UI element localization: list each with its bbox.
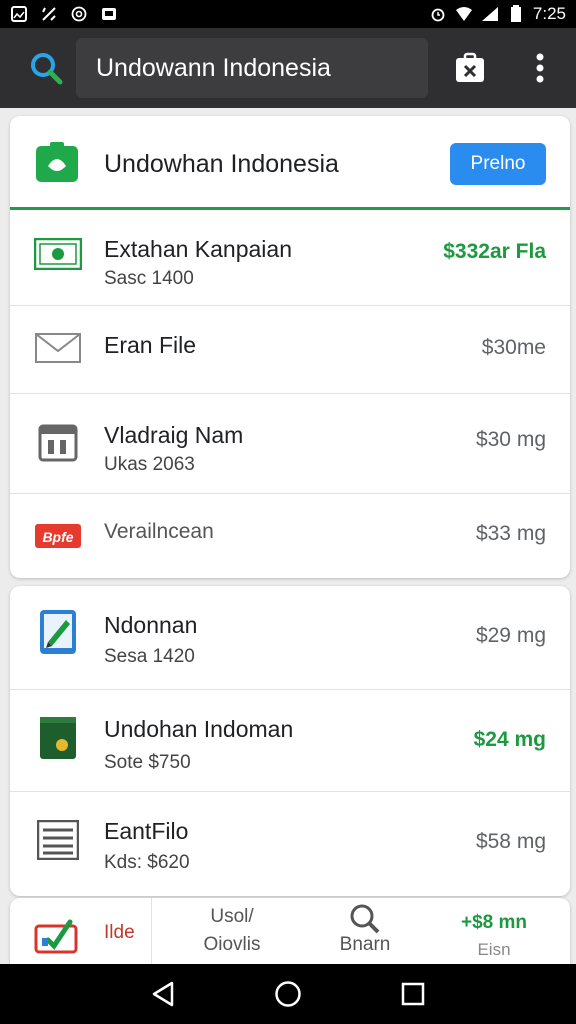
item-subtitle: Sasc 1400 (104, 268, 194, 289)
list-item[interactable]: EantFilo Kds: $620 $58 mg (10, 792, 570, 896)
tab-search[interactable]: Bnarn (312, 898, 418, 964)
tab-home[interactable]: Ilde (10, 898, 152, 964)
item-name: EantFilo (104, 818, 189, 844)
tab-label: Eisn (477, 940, 511, 959)
message-icon (100, 5, 118, 23)
tablet-pen-icon (34, 610, 82, 654)
status-bar: 7:25 (0, 0, 576, 28)
share-button[interactable] (452, 50, 488, 86)
item-name: Ndonnan (104, 612, 198, 638)
signal-icon (481, 5, 499, 23)
recents-icon[interactable] (393, 974, 433, 1014)
document-list-icon (34, 820, 82, 860)
overflow-menu-icon[interactable] (528, 50, 552, 86)
item-name: Vladraig Nam (104, 422, 244, 448)
alarm-icon (429, 5, 447, 23)
system-nav-bar (0, 964, 576, 1024)
search-input[interactable]: Undowann Indonesia (76, 38, 428, 98)
listing-card-primary: Undowhan Indonesia Prelno Extahan Kanpai… (10, 116, 570, 578)
item-name: Extahan Kanpaian (104, 236, 292, 262)
tag-icon: Bpfe (34, 518, 82, 554)
list-item[interactable]: Extahan Kanpaian Sasc 1400 $332ar Fla (10, 210, 570, 306)
item-name: Eran File (104, 332, 197, 358)
item-subtitle: Kds: $620 (104, 852, 190, 873)
item-name: Verailncean (104, 520, 214, 543)
search-icon[interactable] (24, 46, 68, 90)
tab-top-label: +$8 mn (460, 912, 527, 933)
item-price: $30 mg (475, 428, 546, 451)
battery-icon (507, 5, 525, 23)
item-price: $29 mg (475, 624, 546, 647)
item-price: $33 mg (475, 522, 546, 545)
promo-button[interactable]: Prelno (450, 143, 546, 185)
photo-notification-icon (10, 5, 28, 23)
book-icon (34, 717, 82, 759)
svg-text:Bpfe: Bpfe (42, 529, 73, 545)
wifi-icon (455, 5, 473, 23)
mail-icon (34, 330, 82, 366)
status-time: 7:25 (532, 4, 566, 23)
money-icon (34, 236, 82, 272)
list-item[interactable]: Bpfe Verailncean $33 mg (10, 494, 570, 574)
item-price: $24 mg (473, 728, 546, 751)
item-price: $30me (481, 336, 546, 359)
item-subtitle: Ukas 2063 (104, 454, 195, 475)
card-header: Undowhan Indonesia Prelno (10, 116, 570, 210)
item-price: $332ar Fla (443, 240, 546, 263)
calendar-icon (34, 424, 82, 462)
tab-price[interactable]: +$8 mn Eisn (418, 898, 570, 964)
ticket-icon (34, 914, 82, 954)
item-subtitle: Sote $750 (104, 752, 191, 773)
tab-options[interactable]: Usol/ Oiovlis (152, 898, 312, 964)
home-icon[interactable] (268, 974, 308, 1014)
item-price: $58 mg (475, 830, 546, 853)
list-item[interactable]: Undohan Indoman Sote $750 $24 mg (10, 690, 570, 792)
list-item[interactable]: Ndonnan Sesa 1420 $29 mg (10, 586, 570, 690)
at-sign-icon (70, 5, 88, 23)
app-bar: Undowann Indonesia (0, 28, 576, 108)
tab-top-label: Usol/ (210, 906, 254, 927)
missed-call-icon (40, 5, 58, 23)
item-name: Undohan Indoman (104, 716, 294, 742)
tab-label: Oiovlis (203, 934, 261, 955)
back-icon[interactable] (143, 974, 183, 1014)
bottom-tab-strip: Ilde Usol/ Oiovlis Bnarn +$8 mn Eisn (10, 898, 570, 964)
list-item[interactable]: Vladraig Nam Ukas 2063 $30 mg (10, 394, 570, 494)
tab-label: Ilde (104, 922, 135, 943)
card-title: Undowhan Indonesia (104, 150, 339, 178)
listing-card-secondary: Ndonnan Sesa 1420 $29 mg Undohan Indoman… (10, 586, 570, 896)
item-subtitle: Sesa 1420 (104, 646, 195, 667)
list-item[interactable]: Eran File $30me (10, 306, 570, 394)
tab-label: Bnarn (339, 934, 391, 955)
store-logo-icon (36, 142, 78, 184)
